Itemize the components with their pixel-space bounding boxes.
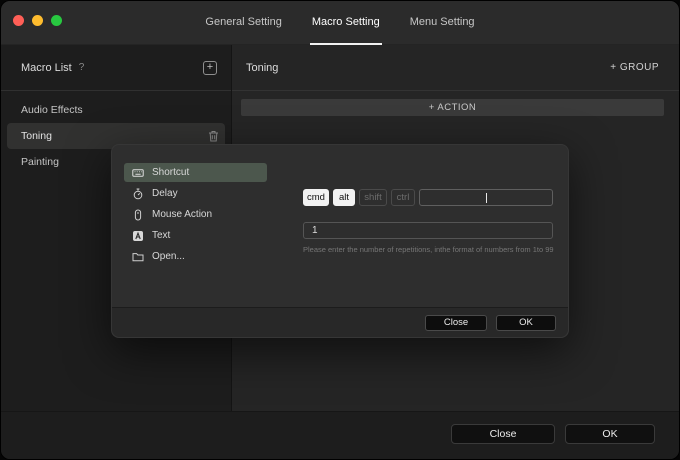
folder-icon — [132, 251, 144, 263]
menu-item-delay[interactable]: Delay — [124, 184, 267, 203]
keyboard-icon — [132, 167, 144, 179]
tab-general-setting[interactable]: General Setting — [203, 1, 283, 45]
footer-close-button[interactable]: Close — [451, 424, 555, 444]
menu-item-label: Shortcut — [152, 167, 189, 178]
tab-macro-setting[interactable]: Macro Setting — [310, 1, 382, 45]
list-item-label: Audio Effects — [21, 104, 83, 116]
help-icon[interactable]: ? — [79, 62, 85, 73]
window-footer: Close OK — [1, 411, 679, 459]
delete-macro-icon[interactable] — [208, 130, 219, 142]
macro-list-header: Macro List ? + — [1, 45, 231, 91]
add-group-button[interactable]: + GROUP — [610, 62, 659, 73]
key-shift[interactable]: shift — [359, 189, 387, 206]
action-type-menu: Shortcut Delay Mouse Action — [124, 163, 267, 268]
menu-item-label: Open... — [152, 251, 185, 262]
shortcut-form: cmd alt shift ctrl Please enter the numb… — [303, 189, 553, 254]
key-ctrl[interactable]: ctrl — [391, 189, 415, 206]
footer-ok-button[interactable]: OK — [565, 424, 655, 444]
list-item-label: Toning — [21, 130, 52, 142]
titlebar: General Setting Macro Setting Menu Setti… — [1, 1, 679, 45]
key-alt[interactable]: alt — [333, 189, 355, 206]
text-cursor — [486, 193, 487, 203]
menu-item-shortcut[interactable]: Shortcut — [124, 163, 267, 182]
menu-item-label: Delay — [152, 188, 178, 199]
settings-tabs: General Setting Macro Setting Menu Setti… — [1, 1, 679, 45]
panel-title: Toning — [246, 62, 278, 74]
add-macro-button[interactable]: + — [203, 61, 217, 75]
timer-icon — [132, 188, 144, 200]
menu-item-mouse-action[interactable]: Mouse Action — [124, 205, 267, 224]
repeat-helper-text: Please enter the number of repetitions, … — [303, 245, 553, 254]
add-action-button[interactable]: + ACTION — [241, 99, 664, 116]
menu-item-label: Mouse Action — [152, 209, 212, 220]
tab-menu-setting[interactable]: Menu Setting — [408, 1, 477, 45]
repeat-count-input[interactable] — [303, 222, 553, 239]
text-icon — [132, 230, 144, 242]
key-cmd[interactable]: cmd — [303, 189, 329, 206]
dialog-close-button[interactable]: Close — [425, 315, 487, 331]
menu-item-label: Text — [152, 230, 170, 241]
dialog-ok-button[interactable]: OK — [496, 315, 556, 331]
mouse-icon — [132, 209, 144, 221]
dialog-footer: Close OK — [112, 307, 568, 337]
panel-header: Toning + GROUP — [232, 45, 679, 91]
modifier-keys-row: cmd alt shift ctrl — [303, 189, 553, 206]
shortcut-input[interactable] — [419, 189, 553, 206]
app-window: General Setting Macro Setting Menu Setti… — [0, 0, 680, 460]
action-editor-dialog: Shortcut Delay Mouse Action — [111, 144, 569, 338]
macro-list-title: Macro List — [21, 62, 72, 74]
menu-item-text[interactable]: Text — [124, 226, 267, 245]
list-item-audio-effects[interactable]: Audio Effects — [1, 97, 231, 123]
list-item-label: Painting — [21, 156, 59, 168]
menu-item-open[interactable]: Open... — [124, 247, 267, 266]
